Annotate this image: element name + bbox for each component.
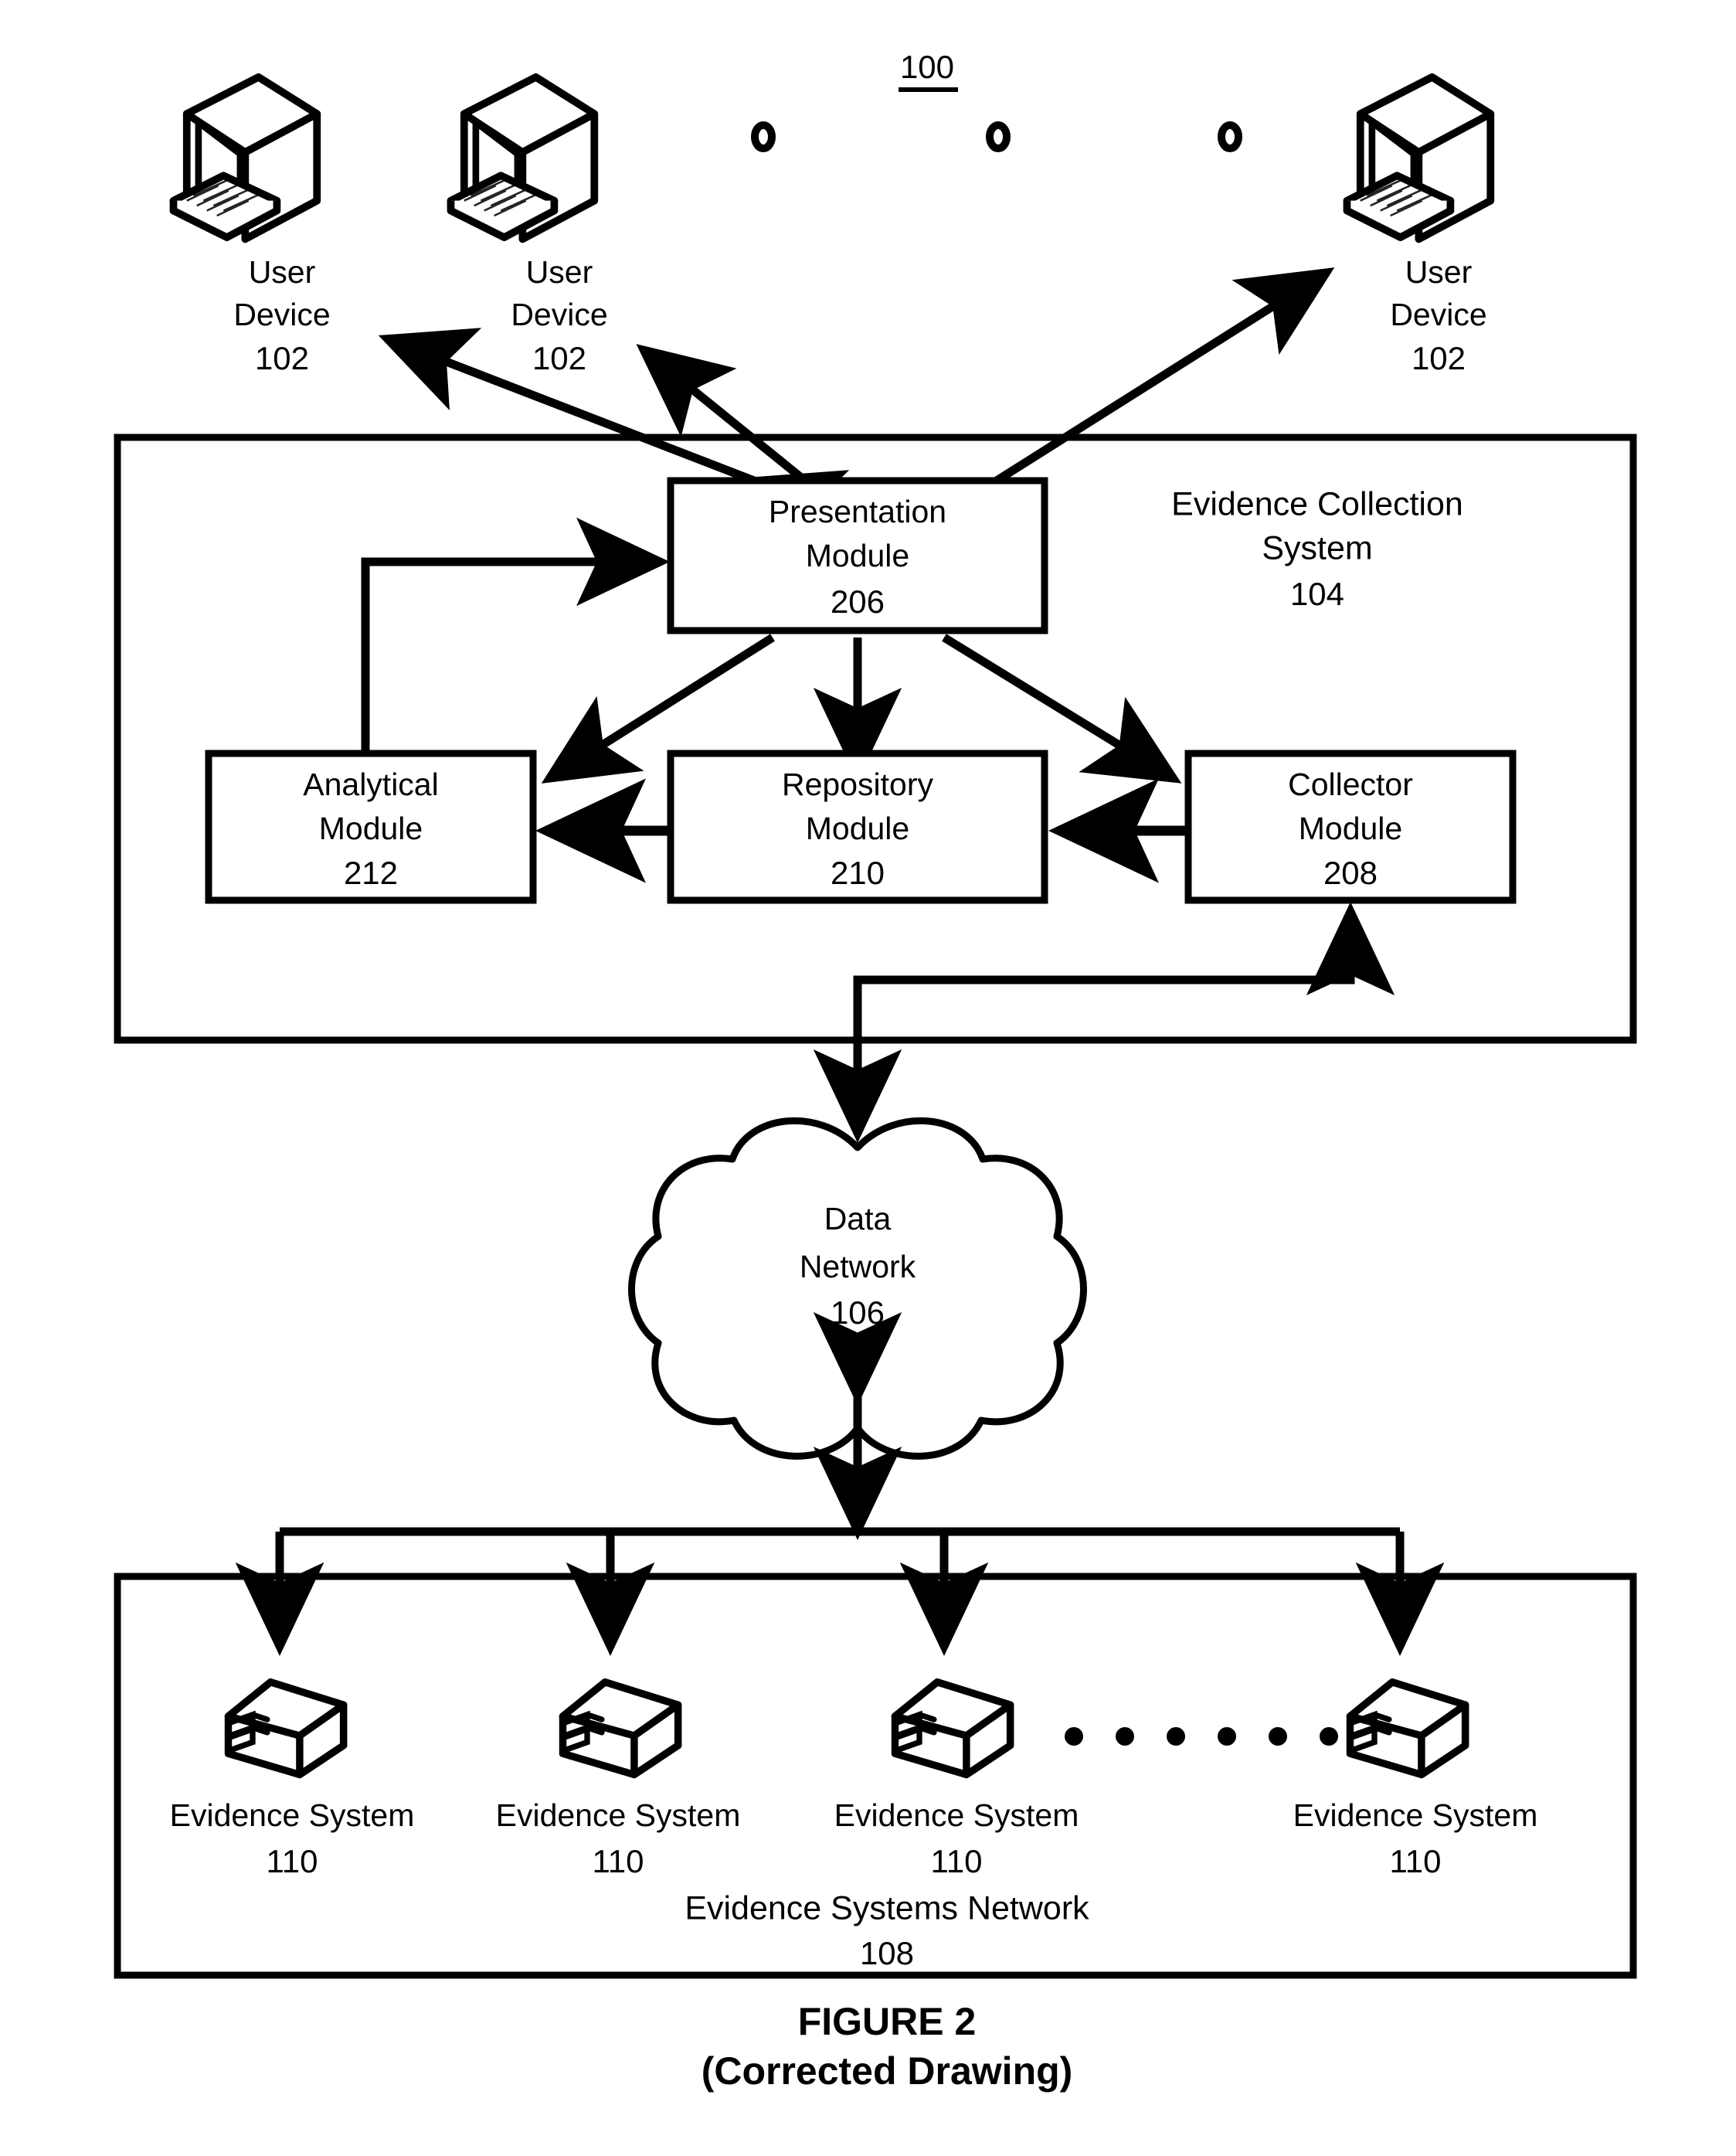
collector-module-label-line1: Collector — [1288, 767, 1413, 802]
user-device-label-line2: Device — [511, 297, 607, 332]
presentation-module-ref: 206 — [831, 583, 885, 620]
figure-reference-numeral: 100 — [899, 49, 958, 92]
user-device-label-line2: Device — [1390, 297, 1486, 332]
data-network-ref: 106 — [831, 1294, 885, 1331]
ellipsis-dot — [1218, 121, 1242, 152]
presentation-module-label-line2: Module — [806, 538, 909, 573]
user-device-ref: 102 — [1412, 340, 1466, 376]
user-device-label-line2: Device — [233, 297, 330, 332]
analytical-module-ref: 212 — [344, 855, 398, 891]
user-device-label-line1: User — [1405, 254, 1473, 290]
user-device-label-line1: User — [526, 254, 593, 290]
evidence-systems-network-title: Evidence Systems Network — [685, 1889, 1089, 1926]
ellipsis-dot — [1320, 1727, 1338, 1746]
user-device-3: User Device 102 — [1347, 77, 1490, 376]
user-devices-ellipsis — [751, 121, 1242, 152]
computer-icon — [1347, 77, 1490, 240]
data-network-label-line1: Data — [824, 1201, 892, 1236]
collector-module-label-line2: Module — [1299, 811, 1402, 846]
data-network-label-line2: Network — [800, 1249, 916, 1284]
user-device-2: User Device 102 — [450, 77, 608, 376]
evidence-system-ref: 110 — [593, 1843, 644, 1879]
evidence-system-ref: 110 — [1390, 1843, 1442, 1879]
evidence-collection-system-title-line2: System — [1262, 529, 1372, 566]
analytical-module-label-line2: Module — [319, 811, 423, 846]
ellipsis-dot — [1116, 1727, 1134, 1746]
ellipsis-dot — [1218, 1727, 1236, 1746]
ellipsis-dot — [986, 121, 1011, 152]
evidence-collection-system-title-line1: Evidence Collection — [1171, 485, 1463, 522]
evidence-system-label: Evidence System — [170, 1797, 415, 1833]
evidence-collection-system-ref: 104 — [1290, 576, 1344, 612]
evidence-system-label: Evidence System — [496, 1797, 741, 1833]
user-device-label-line1: User — [249, 254, 316, 290]
evidence-systems-network-ref: 108 — [860, 1935, 914, 1971]
user-device-ref: 102 — [532, 340, 586, 376]
presentation-module-label-line1: Presentation — [769, 494, 946, 529]
user-device-ref: 102 — [255, 340, 309, 376]
repository-module-label-line2: Module — [806, 811, 909, 846]
figure-caption-line2: (Corrected Drawing) — [702, 2049, 1073, 2093]
patent-figure-page: 100 User Device 102 User Device 102 User… — [0, 0, 1736, 2156]
collector-module-ref: 208 — [1323, 855, 1378, 891]
figure-ref-text: 100 — [900, 49, 954, 85]
user-device-1: User Device 102 — [173, 77, 331, 376]
evidence-system-label: Evidence System — [1293, 1797, 1538, 1833]
ellipsis-dot — [751, 121, 776, 152]
computer-icon — [450, 77, 594, 240]
evidence-system-label: Evidence System — [834, 1797, 1079, 1833]
analytical-module-label-line1: Analytical — [303, 767, 438, 802]
ellipsis-dot — [1269, 1727, 1287, 1746]
computer-icon — [173, 77, 317, 240]
repository-module-label-line1: Repository — [782, 767, 933, 802]
evidence-system-ref: 110 — [931, 1843, 983, 1879]
ellipsis-dot — [1065, 1727, 1083, 1746]
repository-module-ref: 210 — [831, 855, 885, 891]
evidence-system-ref: 110 — [267, 1843, 318, 1879]
ellipsis-dot — [1167, 1727, 1185, 1746]
figure-caption-line1: FIGURE 2 — [798, 2000, 977, 2043]
figure-2-diagram: 100 User Device 102 User Device 102 User… — [114, 49, 1637, 2093]
